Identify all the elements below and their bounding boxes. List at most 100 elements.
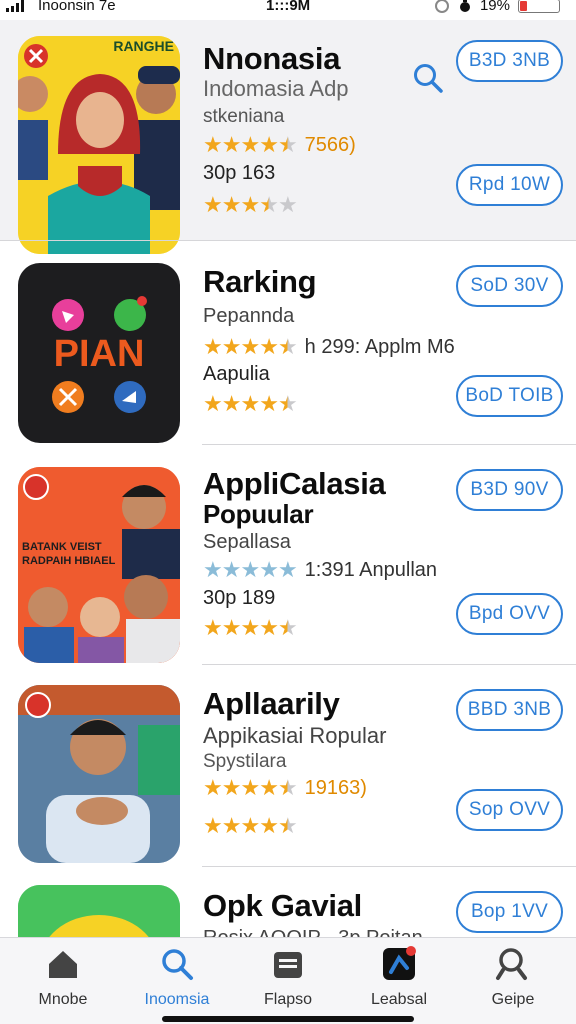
app-subtitle: Indomasia Adp xyxy=(203,76,349,101)
app-icon-3[interactable]: BATANK VEIST RADPAIH HBIAEL xyxy=(18,467,180,663)
tab-search[interactable]: Inoomsia xyxy=(122,946,232,1009)
battery-icon xyxy=(518,0,560,13)
star-rating: ★★★★★ xyxy=(203,132,298,158)
icon-wordmark: PIAN xyxy=(53,333,145,375)
star-icon: ★ xyxy=(240,557,260,582)
star-icon: ★ xyxy=(221,813,242,838)
star-icon: ★ xyxy=(203,192,223,217)
price-button[interactable]: Sop OVV xyxy=(456,789,563,831)
tab-explore[interactable]: Geipe xyxy=(458,946,568,1009)
star-rating: ★★★★★ xyxy=(203,813,298,839)
star-icon: ★ xyxy=(277,775,298,800)
star-icon: ★ xyxy=(259,132,279,157)
star-icon: ★ xyxy=(277,813,298,838)
star-icon: ★ xyxy=(203,557,223,582)
magnifier-icon xyxy=(496,948,527,980)
tab-bar: Mnobe Inoomsia Flapso Leabsal Geipe xyxy=(0,937,576,1024)
app-name-line1: AppliCalasia xyxy=(203,466,386,501)
star-icon: ★ xyxy=(259,391,279,416)
price-button[interactable]: BoD TOIB xyxy=(456,375,563,417)
get-button[interactable]: SoD 30V xyxy=(456,265,563,307)
price-line: 30p 163 xyxy=(203,162,276,184)
rating-stars-secondary: ★★★★★ xyxy=(203,391,298,417)
rating-count: 1:391 Anpullan xyxy=(304,558,438,581)
star-rating: ★★★★★ xyxy=(203,391,298,417)
star-icon: ★ xyxy=(240,775,260,800)
app-icon xyxy=(383,946,416,980)
home-indicator xyxy=(162,1016,414,1022)
alarm-icon xyxy=(459,0,470,12)
star-icon: ★ xyxy=(240,132,260,157)
star-rating: ★★★★★ xyxy=(203,192,298,218)
star-icon: ★ xyxy=(203,775,223,800)
app-category: Spystilara xyxy=(203,751,287,772)
get-button[interactable]: Bop 1VV xyxy=(456,891,563,933)
star-icon: ★ xyxy=(240,334,260,359)
app-logo-icon xyxy=(18,885,180,937)
status-time: 1:::9M xyxy=(266,0,311,14)
star-icon: ★ xyxy=(203,813,223,838)
rotation-lock-icon xyxy=(434,0,449,13)
app-subtitle: Appikasiai Ropular xyxy=(203,723,387,748)
app-icon-5[interactable] xyxy=(18,885,180,937)
tab-label: Mnobe xyxy=(38,991,88,1008)
star-icon: ★ xyxy=(259,813,279,838)
tab-apps[interactable]: Leabsal xyxy=(344,946,454,1009)
star-icon: ★ xyxy=(277,132,298,157)
star-icon: ★ xyxy=(240,813,260,838)
app-row-1[interactable]: RANGHE Nnonasia Indomasia Adp stkeniana … xyxy=(0,20,576,254)
star-icon: ★ xyxy=(277,557,298,582)
search-icon[interactable] xyxy=(412,62,444,94)
stack-icon xyxy=(274,952,302,978)
star-icon: ★ xyxy=(259,557,279,582)
rating-count: 7566) xyxy=(304,133,356,156)
app-row-4[interactable]: Apllaarily Appikasiai Ropular Spystilara… xyxy=(0,665,576,867)
app-name: Opk Gavial xyxy=(203,888,362,923)
tab-stack[interactable]: Flapso xyxy=(233,946,343,1009)
get-button[interactable]: B3D 3NB xyxy=(456,40,563,82)
app-icon-4[interactable] xyxy=(18,685,180,863)
star-rating: ★★★★★ xyxy=(203,334,298,360)
rating-stars: ★★★★★ 1:391 Anpullan xyxy=(203,557,437,583)
star-icon: ★ xyxy=(259,615,279,640)
tab-label: Leabsal xyxy=(370,991,428,1008)
star-icon: ★ xyxy=(221,334,242,359)
app-icon-2[interactable]: PIAN xyxy=(18,263,180,443)
rating-stars: ★★★★★ 7566) xyxy=(203,132,356,158)
star-icon: ★ xyxy=(259,192,279,217)
star-icon: ★ xyxy=(277,334,298,359)
star-icon: ★ xyxy=(259,775,279,800)
people-artwork-icon xyxy=(18,36,180,254)
app-row-3[interactable]: BATANK VEIST RADPAIH HBIAEL AppliCalasia… xyxy=(0,445,576,665)
get-button[interactable]: B3D 90V xyxy=(456,469,563,511)
price-button[interactable]: Bpd OVV xyxy=(456,593,563,635)
star-icon: ★ xyxy=(277,615,298,640)
price-button[interactable]: Rpd 10W xyxy=(456,164,563,206)
star-icon: ★ xyxy=(221,192,242,217)
price-line: 30p 189 xyxy=(203,587,276,609)
search-icon xyxy=(162,949,193,980)
app-name: Nnonasia xyxy=(203,41,341,76)
star-icon: ★ xyxy=(221,132,242,157)
star-icon: ★ xyxy=(240,615,260,640)
tab-home[interactable]: Mnobe xyxy=(8,946,118,1009)
icon-banner-text: RANGHE xyxy=(113,38,174,54)
app-row-5[interactable]: Opk Gavial Rosix AOOIP - 3p Poitan Bop 1… xyxy=(0,867,576,937)
star-icon: ★ xyxy=(203,334,223,359)
app-row-2[interactable]: PIAN Rarking Pepannda ★★★★★ h 299: Applm… xyxy=(0,241,576,445)
tab-label: Inoomsia xyxy=(144,991,210,1008)
star-icon: ★ xyxy=(277,192,298,217)
rating-stars: ★★★★★ 19163) xyxy=(203,775,367,801)
star-icon: ★ xyxy=(277,391,298,416)
rating-count: 19163) xyxy=(304,776,367,799)
star-icon: ★ xyxy=(203,615,223,640)
star-icon: ★ xyxy=(203,391,223,416)
status-bar: Inoonsin 7e 1:::9M 19% xyxy=(0,0,576,20)
star-icon: ★ xyxy=(221,775,242,800)
battery-percent: 19% xyxy=(479,0,510,14)
icon-banner-line1: BATANK VEIST xyxy=(22,541,102,553)
tab-label: Flapso xyxy=(263,991,313,1008)
get-button[interactable]: BBD 3NB xyxy=(456,689,563,731)
app-name: Rarking xyxy=(203,264,317,299)
app-icon-1[interactable]: RANGHE xyxy=(18,36,180,254)
